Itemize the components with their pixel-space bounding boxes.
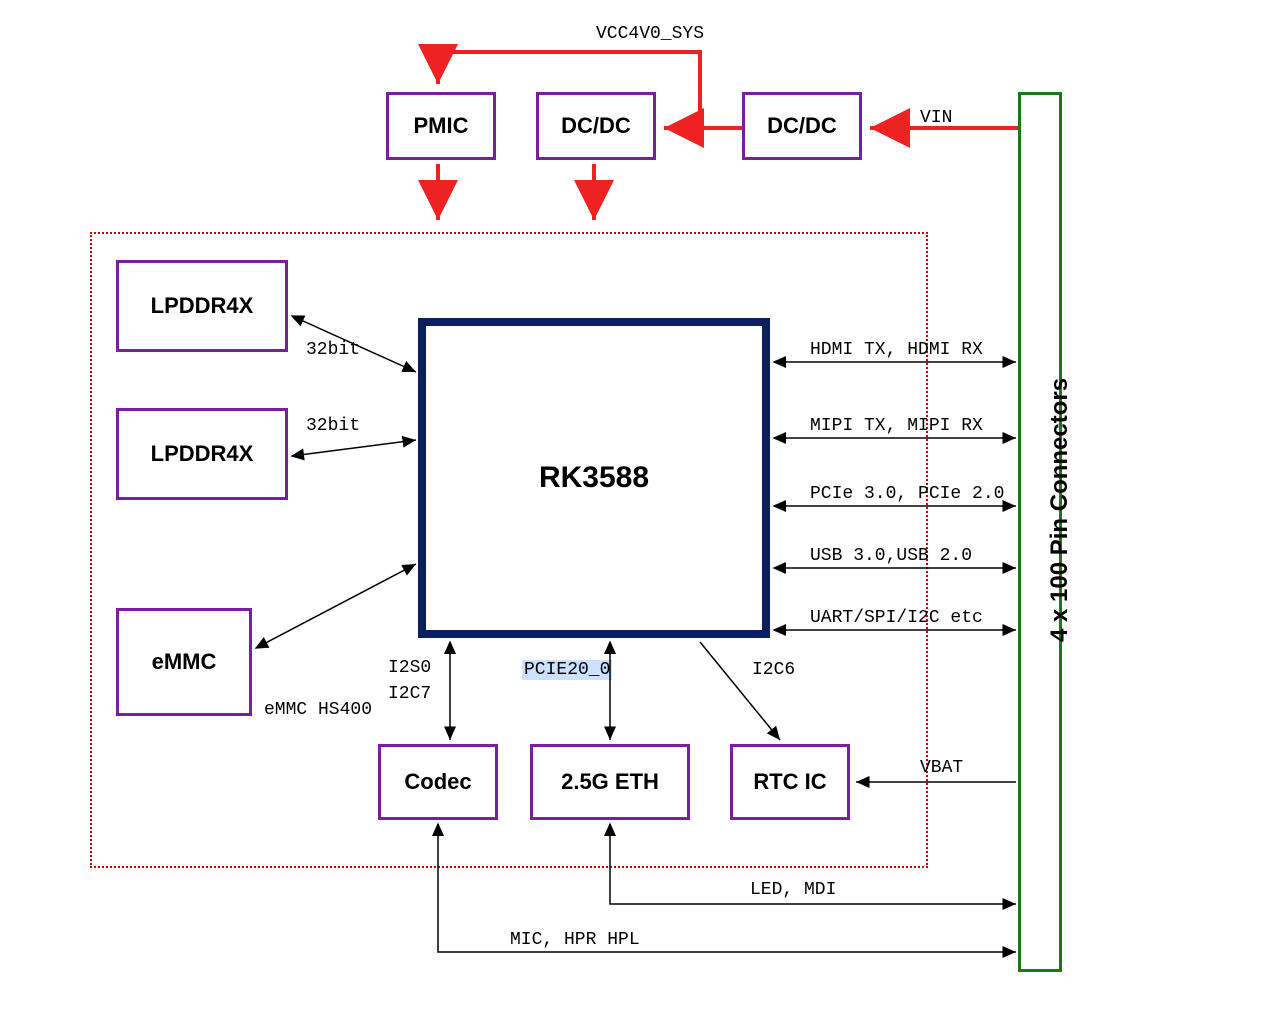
i2c6-label: I2C6 bbox=[752, 660, 795, 680]
rk3588-label: RK3588 bbox=[539, 461, 649, 495]
pmic-block: PMIC bbox=[386, 92, 496, 160]
lpddr4x-2-block: LPDDR4X bbox=[116, 408, 288, 500]
vbat-label: VBAT bbox=[920, 758, 963, 778]
pcie-label: PCIe 3.0, PCIe 2.0 bbox=[810, 484, 1004, 504]
emmc-block: eMMC bbox=[116, 608, 252, 716]
pmic-label: PMIC bbox=[414, 113, 469, 139]
usb-label: USB 3.0,USB 2.0 bbox=[810, 546, 972, 566]
mipi-label: MIPI TX, MIPI RX bbox=[810, 416, 983, 436]
block-diagram: PMIC DC/DC DC/DC LPDDR4X LPDDR4X eMMC RK… bbox=[0, 0, 1280, 1028]
i2c7-label: I2C7 bbox=[388, 684, 431, 704]
lpddr4x-2-label: LPDDR4X bbox=[151, 441, 254, 467]
lpddr4x-1-label: LPDDR4X bbox=[151, 293, 254, 319]
uart-label: UART/SPI/I2C etc bbox=[810, 608, 983, 628]
emmc-label: eMMC bbox=[152, 649, 217, 675]
connector-label: 4 x 100 Pin Connectors bbox=[1046, 402, 1074, 642]
led-mdi-label: LED, MDI bbox=[750, 880, 836, 900]
pcie20-0-label: PCIE20_0 bbox=[522, 660, 612, 680]
bus32-2-label: 32bit bbox=[306, 416, 360, 436]
codec-label: Codec bbox=[404, 769, 471, 795]
dcdc1-block: DC/DC bbox=[536, 92, 656, 160]
lpddr4x-1-block: LPDDR4X bbox=[116, 260, 288, 352]
mic-hpr-label: MIC, HPR HPL bbox=[510, 930, 640, 950]
eth-label: 2.5G ETH bbox=[561, 769, 659, 795]
bus32-1-label: 32bit bbox=[306, 340, 360, 360]
i2s0-label: I2S0 bbox=[388, 658, 431, 678]
vin-label: VIN bbox=[920, 108, 952, 128]
rtc-label: RTC IC bbox=[753, 769, 826, 795]
vcc4v0-label: VCC4V0_SYS bbox=[596, 24, 704, 44]
hdmi-label: HDMI TX, HDMI RX bbox=[810, 340, 983, 360]
dcdc2-label: DC/DC bbox=[767, 113, 837, 139]
eth-block: 2.5G ETH bbox=[530, 744, 690, 820]
codec-block: Codec bbox=[378, 744, 498, 820]
dcdc1-label: DC/DC bbox=[561, 113, 631, 139]
dcdc2-block: DC/DC bbox=[742, 92, 862, 160]
rtc-block: RTC IC bbox=[730, 744, 850, 820]
rk3588-block: RK3588 bbox=[418, 318, 770, 638]
emmc-hs400-label: eMMC HS400 bbox=[264, 700, 372, 720]
